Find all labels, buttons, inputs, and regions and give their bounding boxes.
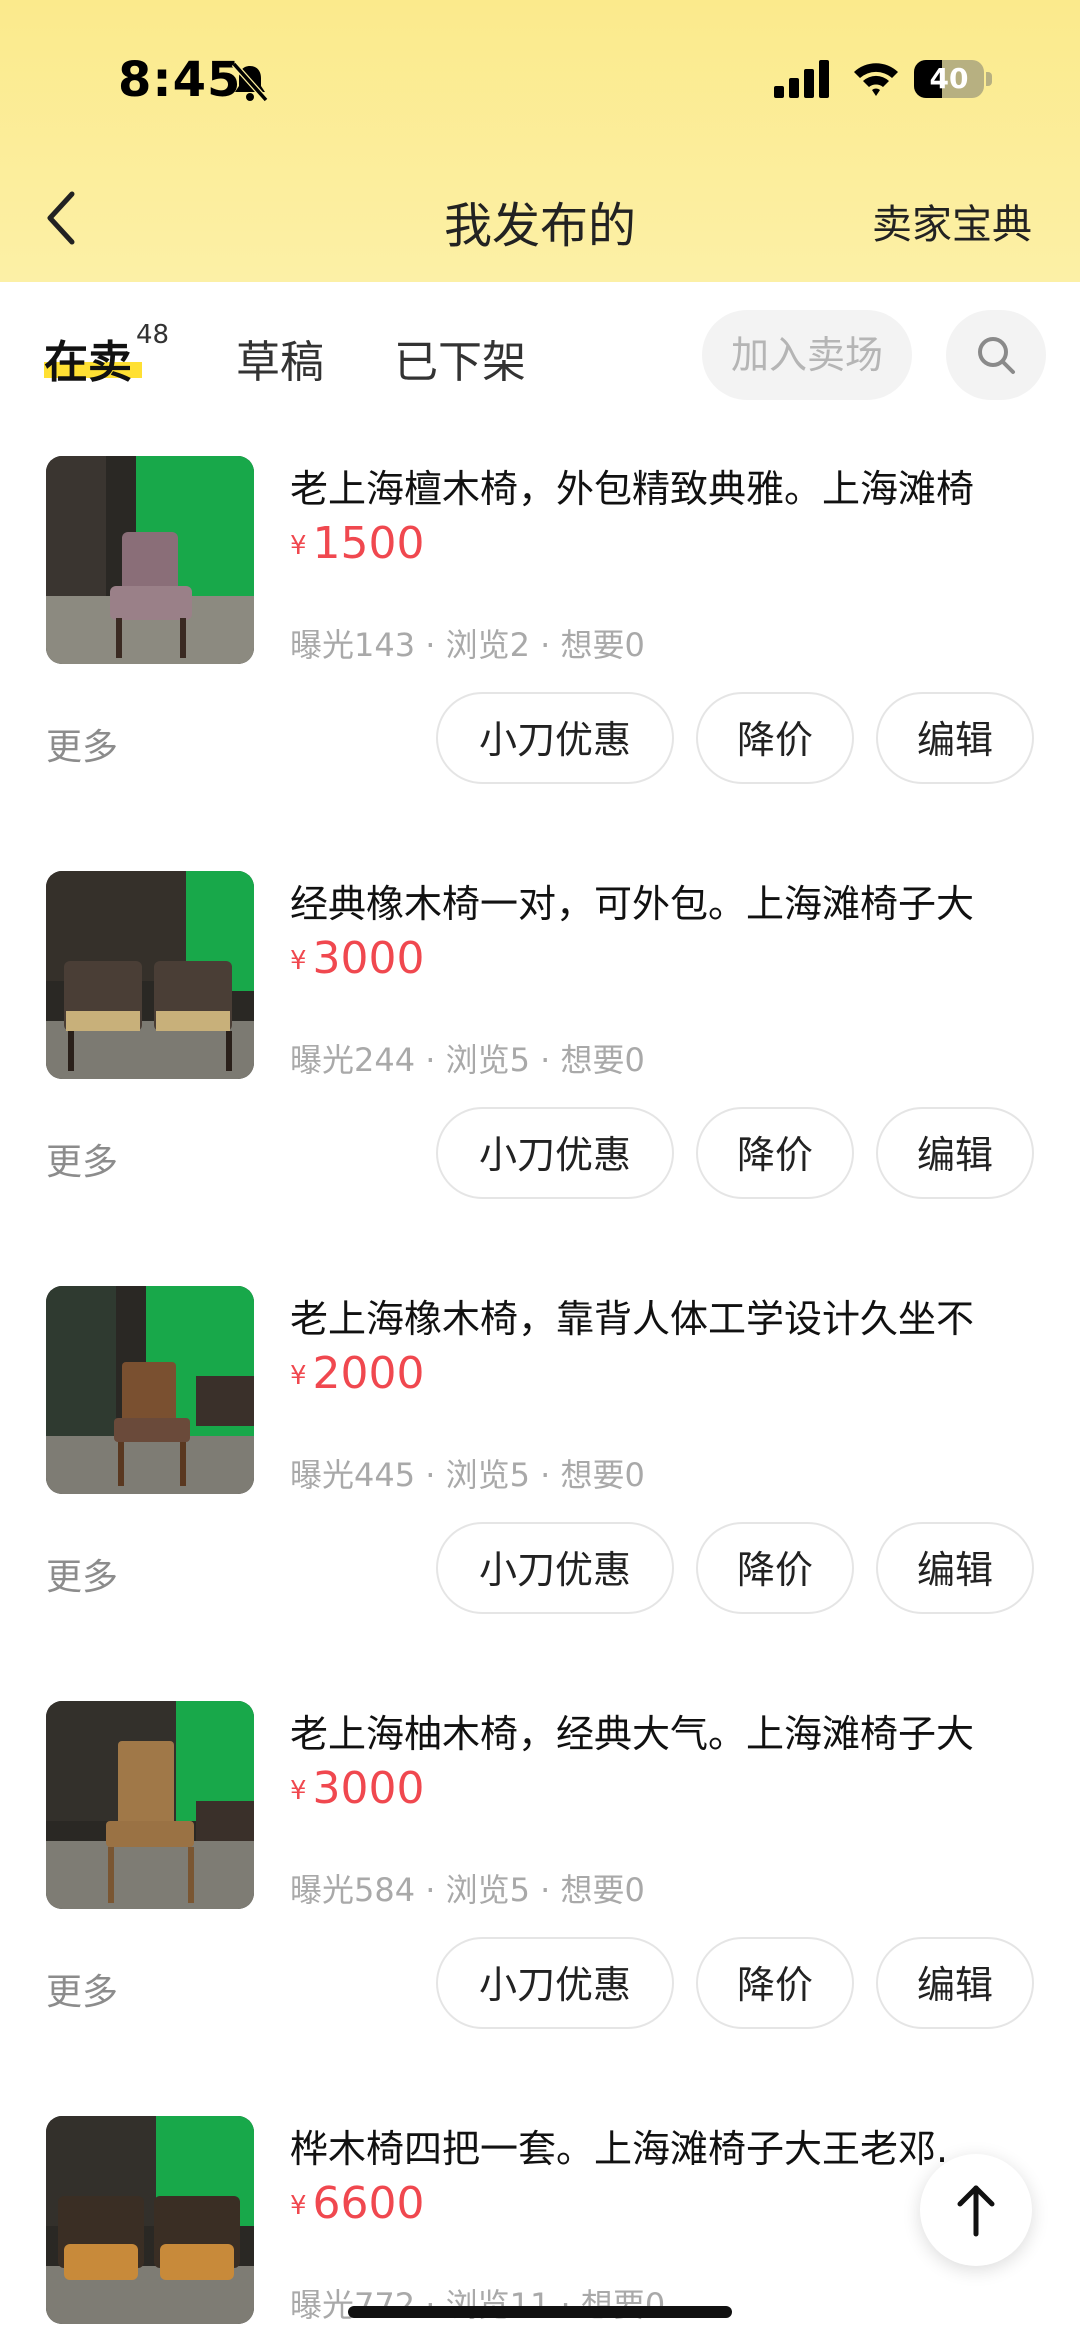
item-price: ¥1500 <box>290 518 425 569</box>
item-stats: 曝光584 · 浏览5 · 想要0 <box>290 1871 645 1909</box>
item-thumbnail[interactable] <box>46 1701 254 1909</box>
listing-item[interactable]: 老上海橡木椅，靠背人体工学设计久坐不 ¥2000 曝光445 · 浏览5 · 想… <box>0 1286 1080 1646</box>
item-stats: 曝光244 · 浏览5 · 想要0 <box>290 1041 645 1079</box>
listing-item[interactable]: 老上海檀木椅，外包精致典雅。上海滩椅 ¥1500 曝光143 · 浏览2 · 想… <box>0 456 1080 816</box>
reduce-price-button[interactable]: 降价 <box>696 692 854 784</box>
status-time: 8:45 <box>118 52 242 108</box>
item-stats: 曝光772 · 浏览11 · 想要0 <box>290 2286 666 2324</box>
price-currency: ¥ <box>290 531 307 561</box>
item-title[interactable]: 桦木椅四把一套。上海滩椅子大王老邓. <box>290 2118 1050 2173</box>
price-value: 3000 <box>312 1763 425 1814</box>
edit-button[interactable]: 编辑 <box>876 692 1034 784</box>
battery-cap <box>986 72 992 86</box>
price-value: 2000 <box>312 1348 425 1399</box>
edit-button[interactable]: 编辑 <box>876 1522 1034 1614</box>
cellular-signal-icon <box>774 60 829 98</box>
price-value: 1500 <box>312 518 425 569</box>
item-thumbnail[interactable] <box>46 871 254 1079</box>
seller-guide-link[interactable]: 卖家宝典 <box>872 192 1032 250</box>
item-price: ¥3000 <box>290 1763 425 1814</box>
item-price: ¥2000 <box>290 1348 425 1399</box>
price-value: 3000 <box>312 933 425 984</box>
item-stats: 曝光143 · 浏览2 · 想要0 <box>290 626 645 664</box>
tab-drafts[interactable]: 草稿 <box>236 326 324 390</box>
coupon-button[interactable]: 小刀优惠 <box>436 1107 674 1199</box>
home-indicator <box>348 2306 732 2318</box>
tab-on-sale-label: 在卖 <box>44 337 132 388</box>
item-price: ¥6600 <box>290 2178 425 2229</box>
coupon-button[interactable]: 小刀优惠 <box>436 1522 674 1614</box>
tab-on-sale[interactable]: 在卖 <box>44 326 132 390</box>
coupon-button[interactable]: 小刀优惠 <box>436 1937 674 2029</box>
scroll-to-top-button[interactable] <box>920 2154 1032 2266</box>
reduce-price-button[interactable]: 降价 <box>696 1107 854 1199</box>
wifi-icon <box>854 63 898 96</box>
edit-button[interactable]: 编辑 <box>876 1107 1034 1199</box>
item-thumbnail[interactable] <box>46 456 254 664</box>
more-button[interactable]: 更多 <box>46 1963 118 2015</box>
coupon-button[interactable]: 小刀优惠 <box>436 692 674 784</box>
item-stats: 曝光445 · 浏览5 · 想要0 <box>290 1456 645 1494</box>
arrow-up-icon <box>957 2185 995 2237</box>
bell-muted-icon <box>231 62 269 102</box>
listing-item[interactable]: 经典橡木椅一对，可外包。上海滩椅子大 ¥3000 曝光244 · 浏览5 · 想… <box>0 871 1080 1231</box>
price-currency: ¥ <box>290 946 307 976</box>
more-button[interactable]: 更多 <box>46 1548 118 1600</box>
join-market-button[interactable]: 加入卖场 <box>702 310 912 400</box>
tab-off-shelf[interactable]: 已下架 <box>394 326 526 390</box>
edit-button[interactable]: 编辑 <box>876 1937 1034 2029</box>
item-title[interactable]: 老上海柚木椅，经典大气。上海滩椅子大 <box>290 1703 1050 1758</box>
price-value: 6600 <box>312 2178 425 2229</box>
battery-percent: 40 <box>929 62 969 95</box>
item-thumbnail[interactable] <box>46 2116 254 2324</box>
more-button[interactable]: 更多 <box>46 1133 118 1185</box>
listing-item[interactable]: 老上海柚木椅，经典大气。上海滩椅子大 ¥3000 曝光584 · 浏览5 · 想… <box>0 1701 1080 2061</box>
search-icon <box>978 337 1015 374</box>
price-currency: ¥ <box>290 1776 307 1806</box>
battery-indicator: 40 <box>914 60 984 98</box>
item-title[interactable]: 老上海檀木椅，外包精致典雅。上海滩椅 <box>290 458 1050 513</box>
item-thumbnail[interactable] <box>46 1286 254 1494</box>
more-button[interactable]: 更多 <box>46 718 118 770</box>
item-price: ¥3000 <box>290 933 425 984</box>
price-currency: ¥ <box>290 1361 307 1391</box>
reduce-price-button[interactable]: 降价 <box>696 1937 854 2029</box>
item-title[interactable]: 经典橡木椅一对，可外包。上海滩椅子大 <box>290 873 1050 928</box>
reduce-price-button[interactable]: 降价 <box>696 1522 854 1614</box>
search-button[interactable] <box>946 310 1046 400</box>
on-sale-count-badge: 48 <box>136 320 170 350</box>
item-title[interactable]: 老上海橡木椅，靠背人体工学设计久坐不 <box>290 1288 1050 1343</box>
price-currency: ¥ <box>290 2191 307 2221</box>
